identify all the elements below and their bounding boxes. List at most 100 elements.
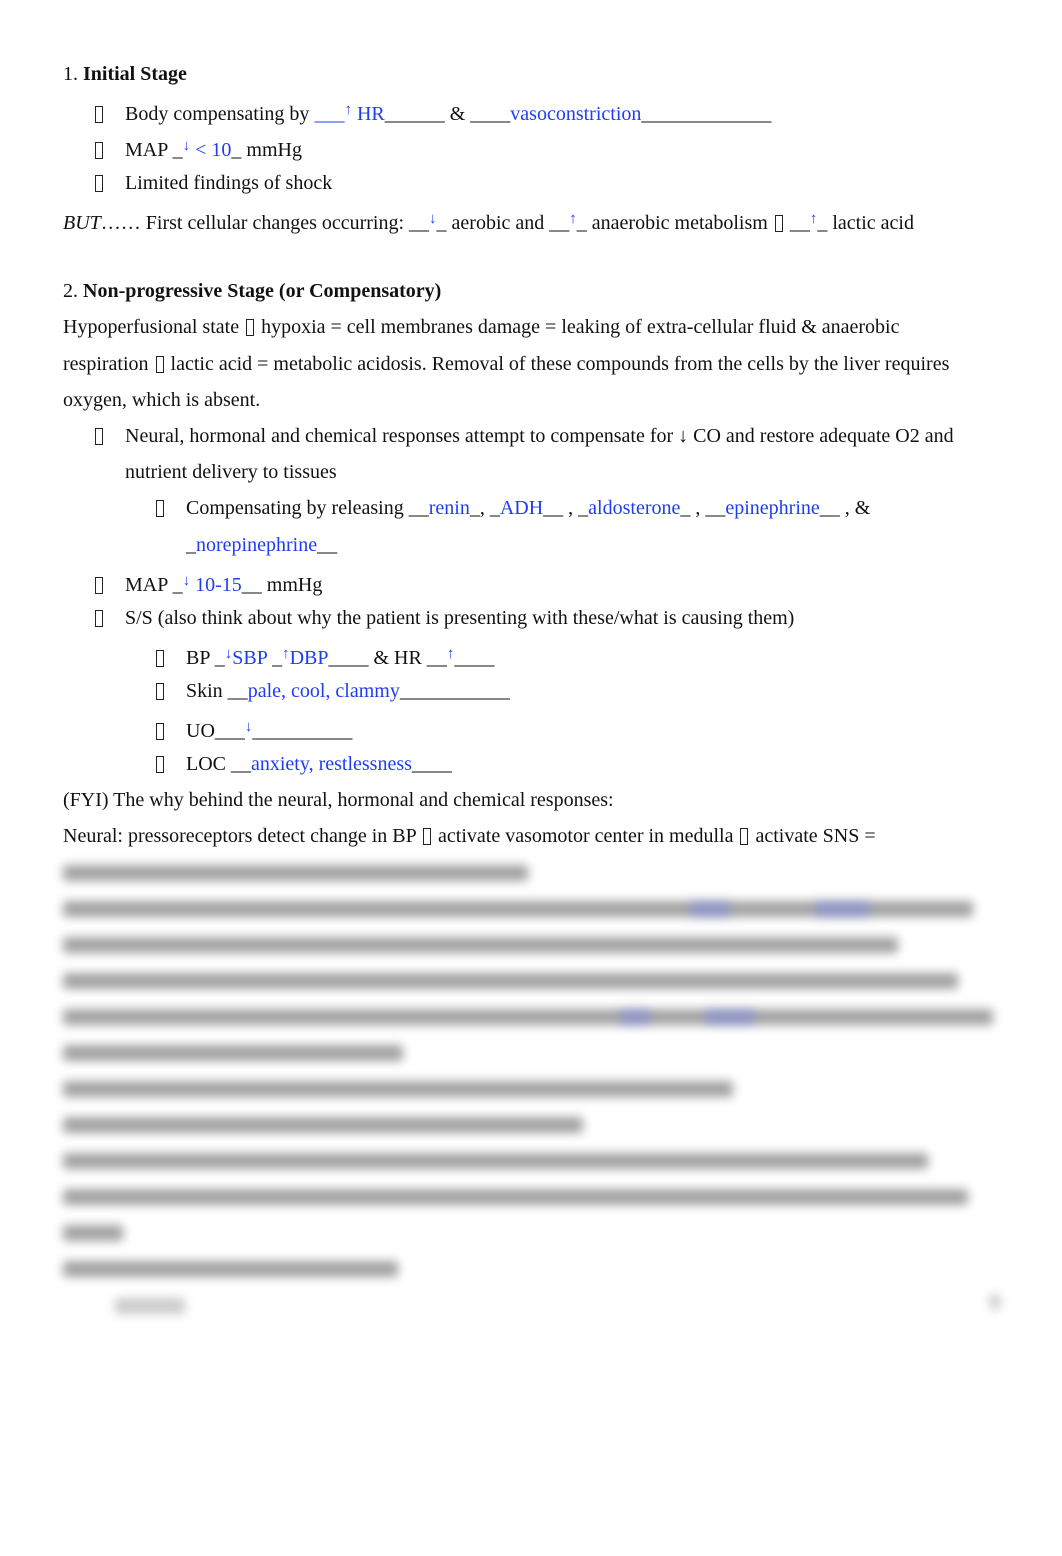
empty-box-bullet-icon	[95, 577, 103, 594]
answer-text: vasoconstriction	[510, 103, 642, 125]
box-glyph-icon	[740, 828, 749, 845]
text-line: Body compensating by ___↑ HR______ & ___…	[95, 98, 771, 126]
answer-text: norepinephrine	[196, 534, 318, 556]
text-segment: __	[317, 534, 338, 556]
text-line: UO___↓__________	[156, 715, 352, 743]
text-segment: _____________	[641, 103, 772, 125]
answer-text: ↑	[569, 211, 577, 227]
answer-text: HR	[351, 103, 385, 125]
answer-text: DBP	[289, 647, 329, 669]
text-segment: …… First cellular changes occurring: __	[100, 212, 430, 234]
text-line: Limited findings of shock	[95, 171, 332, 195]
box-glyph-icon	[246, 319, 255, 336]
text-segment: __ , _	[543, 497, 589, 519]
answer-text: ↑	[282, 646, 290, 662]
answer-text: ___	[314, 103, 345, 125]
answer-text: ADH	[499, 497, 544, 519]
text-segment: ____ & HR __	[328, 647, 447, 669]
empty-box-bullet-icon	[156, 683, 164, 700]
text-segment: BUT	[63, 212, 101, 234]
text-segment: hypoxia = cell membranes damage = leakin…	[256, 316, 900, 338]
text-segment: Body compensating by	[125, 103, 315, 125]
text-segment: activate SNS =	[750, 825, 876, 847]
text-segment: nutrient delivery to tissues	[125, 461, 337, 483]
answer-text: 10-15	[190, 574, 242, 596]
text-segment: ______ & ____	[384, 103, 511, 125]
empty-box-bullet-icon	[156, 500, 164, 517]
text-segment: MAP _	[125, 574, 183, 596]
text-line: Hypoperfusional state hypoxia = cell mem…	[63, 315, 900, 339]
text-segment: _ , __	[680, 497, 726, 519]
text-line: BP _↓SBP _↑DBP____ & HR __↑____	[156, 642, 494, 670]
text-segment: Hypoperfusional state	[63, 316, 245, 338]
text-segment: BP _	[186, 647, 225, 669]
answer-text: renin	[428, 497, 470, 519]
empty-box-bullet-icon	[156, 650, 164, 667]
text-segment: _ anaerobic metabolism	[576, 212, 773, 234]
empty-box-bullet-icon	[95, 610, 103, 627]
text-line: _norepinephrine__	[156, 533, 337, 557]
text-segment: S/S (also think about why the patient is…	[125, 607, 795, 629]
text-segment: Skin __	[186, 680, 248, 702]
text-segment: 2.	[63, 280, 83, 302]
text-segment: UO___	[186, 720, 245, 742]
box-glyph-icon	[423, 828, 432, 845]
text-line: (FYI) The why behind the neural, hormona…	[63, 788, 614, 812]
text-segment: ____	[411, 753, 452, 775]
text-segment: activate vasomotor center in medulla	[433, 825, 739, 847]
text-segment: _ lactic acid	[817, 212, 914, 234]
text-segment: __ mmHg	[241, 574, 323, 596]
text-segment: _	[267, 647, 283, 669]
empty-box-bullet-icon	[95, 175, 103, 192]
text-line: 2. Non-progressive Stage (or Compensator…	[63, 279, 441, 303]
text-segment: lactic acid = metabolic acidosis. Remova…	[165, 353, 950, 375]
answer-text: anxiety, restlessness	[251, 753, 412, 775]
answer-text: ↓	[429, 211, 437, 227]
text-line: 1. Initial Stage	[63, 62, 187, 86]
box-glyph-icon	[155, 356, 164, 373]
answer-text: < 10	[190, 139, 232, 161]
text-segment: ____	[454, 647, 495, 669]
answer-text: pale, cool, clammy	[247, 680, 400, 702]
text-line: respiration lactic acid = metabolic acid…	[63, 352, 949, 376]
text-segment: __	[784, 212, 810, 234]
text-segment: respiration	[63, 353, 154, 375]
empty-box-bullet-icon	[95, 106, 103, 123]
text-segment: 1.	[63, 63, 83, 85]
text-line: BUT…… First cellular changes occurring: …	[63, 207, 914, 235]
text-segment: Non-progressive Stage (or Compensatory)	[83, 280, 442, 302]
answer-text: ↓	[182, 573, 191, 589]
empty-box-bullet-icon	[156, 723, 164, 740]
text-segment: _, _	[469, 497, 500, 519]
text-segment: MAP _	[125, 139, 183, 161]
text-segment: __ , &	[819, 497, 871, 519]
text-segment: oxygen, which is absent.	[63, 389, 261, 411]
text-segment: ___________	[399, 680, 510, 702]
text-segment: Neural, hormonal and chemical responses …	[125, 425, 954, 447]
answer-text: ↓	[182, 138, 191, 154]
text-segment: Compensating by releasing __	[186, 497, 429, 519]
text-segment: _ aerobic and __	[436, 212, 570, 234]
text-line: oxygen, which is absent.	[63, 388, 260, 412]
answer-text: ↑	[344, 102, 352, 118]
answer-text: aldosterone	[588, 497, 681, 519]
empty-box-bullet-icon	[95, 142, 103, 159]
text-segment: Neural: pressoreceptors detect change in…	[63, 825, 422, 847]
text-segment: Initial Stage	[83, 63, 187, 85]
box-glyph-icon	[774, 215, 783, 232]
text-line: Compensating by releasing __renin_, _ADH…	[156, 496, 870, 520]
text-line: S/S (also think about why the patient is…	[95, 606, 794, 630]
empty-box-bullet-icon	[95, 428, 103, 445]
text-line: MAP _↓ 10-15__ mmHg	[95, 569, 322, 597]
text-line: Neural, hormonal and chemical responses …	[95, 424, 954, 448]
text-line: nutrient delivery to tissues	[95, 460, 337, 484]
text-segment: __________	[252, 720, 353, 742]
empty-box-bullet-icon	[156, 756, 164, 773]
text-segment: Limited findings of shock	[125, 172, 333, 194]
text-line: MAP _↓ < 10_ mmHg	[95, 134, 302, 162]
text-segment: (FYI) The why behind the neural, hormona…	[63, 789, 614, 811]
answer-text: SBP	[232, 647, 268, 669]
text-segment: _	[186, 534, 196, 556]
text-line: Neural: pressoreceptors detect change in…	[63, 824, 876, 848]
text-segment: _ mmHg	[231, 139, 302, 161]
